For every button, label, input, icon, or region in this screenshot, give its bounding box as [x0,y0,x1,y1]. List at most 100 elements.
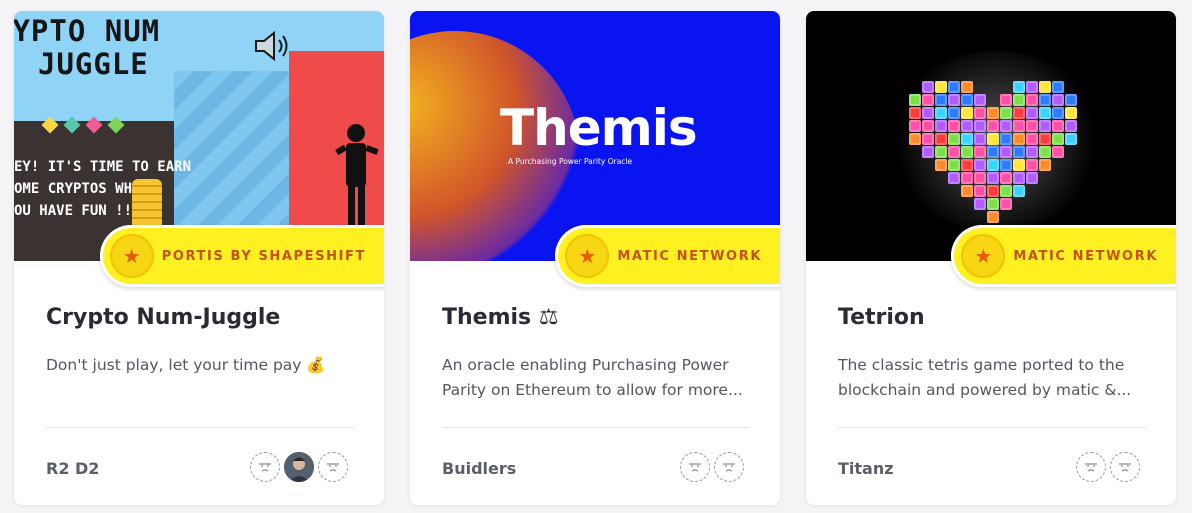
project-card-tetrion[interactable]: ★ MATIC NETWORK Tetrion The classic tetr… [806,11,1176,505]
coin-stack-art [132,179,162,229]
placeholder-avatar-icon[interactable] [318,452,348,482]
tetris-block [1013,159,1025,171]
tetris-block [987,81,999,93]
speaker-icon [255,30,288,62]
tetris-block [1013,172,1025,184]
tetris-block [1052,211,1064,223]
star-badge-icon: ★ [565,234,610,278]
tetris-block [974,81,986,93]
card-divider [442,427,750,428]
tetris-block [948,120,960,132]
tetris-block [961,81,973,93]
thumbnail-panel-line: OU HAVE FUN !! [14,203,133,219]
tetris-block [961,172,973,184]
tetris-block [1026,133,1038,145]
tetris-block [1026,159,1038,171]
team-name[interactable]: Titanz [838,459,894,478]
tetris-block [974,94,986,106]
team-name[interactable]: R2 D2 [46,459,99,478]
team-name[interactable]: Buidlers [442,459,516,478]
tetris-block [935,198,947,210]
tetris-block [1000,120,1012,132]
tetris-block [1013,81,1025,93]
placeholder-avatar-icon[interactable] [680,452,710,482]
tetris-block [1065,185,1077,197]
tetris-block [1013,120,1025,132]
project-thumbnail[interactable]: Themis A Purchasing Power Parity Oracle [410,11,780,261]
tetris-block [909,94,921,106]
placeholder-avatar-icon[interactable] [250,452,280,482]
tetris-block [1039,159,1051,171]
tetris-block [935,172,947,184]
juggler-silhouette-art [335,124,379,227]
project-description: Don't just play, let your time pay 💰 [46,356,326,374]
sponsor-label: MATIC NETWORK [1013,248,1158,264]
sponsor-badge[interactable]: ★ MATIC NETWORK [555,225,780,287]
tetris-block [987,133,999,145]
tetris-block [922,133,934,145]
tetris-heart-art [909,81,1077,223]
tetris-block [1052,133,1064,145]
project-thumbnail[interactable] [806,11,1176,261]
project-title[interactable]: Tetrion [838,305,1146,330]
tetris-block [1026,94,1038,106]
tetris-block [1013,146,1025,158]
tetris-block [987,120,999,132]
sponsor-label: PORTIS BY SHAPESHIFT [161,248,366,264]
tetris-block [948,172,960,184]
tetris-block [961,159,973,171]
project-title[interactable]: Crypto Num-Juggle [46,305,354,330]
star-badge-icon: ★ [109,234,154,278]
tetris-block [1000,146,1012,158]
tetris-block [1052,81,1064,93]
tetris-block [935,185,947,197]
tetris-block [935,133,947,145]
placeholder-avatar-icon[interactable] [1110,452,1140,482]
tetris-block [1052,185,1064,197]
tetris-block [987,94,999,106]
project-card-grid: RYPTO NUM JUGGLE EY! IT'S TIME TO EARN O… [0,0,1192,513]
tetris-block [961,185,973,197]
tetris-block [909,172,921,184]
tetris-block [1039,185,1051,197]
tetris-block [1052,94,1064,106]
tetris-block [922,81,934,93]
project-thumbnail[interactable]: RYPTO NUM JUGGLE EY! IT'S TIME TO EARN O… [14,11,384,261]
tetris-block [1026,146,1038,158]
tetris-block [909,211,921,223]
placeholder-avatar-icon[interactable] [1076,452,1106,482]
tetris-block [935,146,947,158]
tetris-block [1052,146,1064,158]
sponsor-badge[interactable]: ★ MATIC NETWORK [951,225,1176,287]
tetris-block [974,172,986,184]
tetris-block [974,107,986,119]
tetris-block [1065,198,1077,210]
tetris-block [1052,120,1064,132]
sponsor-badge[interactable]: ★ PORTIS BY SHAPESHIFT [99,225,384,287]
tetris-block [1039,172,1051,184]
user-photo-avatar[interactable] [284,452,314,482]
tetris-block [922,107,934,119]
placeholder-avatar-icon[interactable] [714,452,744,482]
thumbnail-panel-line: OME CRYPTOS WHILE [14,181,158,197]
tetris-block [909,81,921,93]
tetris-block [974,185,986,197]
tetris-block [1000,81,1012,93]
tetris-block [1000,107,1012,119]
tetris-block [922,94,934,106]
tetris-block [1000,185,1012,197]
tetris-block [974,198,986,210]
tetris-block [948,211,960,223]
tetris-block [948,159,960,171]
tetris-block [961,198,973,210]
tetris-block [948,146,960,158]
tetris-block [1026,172,1038,184]
project-card-crypto-num-juggle[interactable]: RYPTO NUM JUGGLE EY! IT'S TIME TO EARN O… [14,11,384,505]
tetris-block [1000,133,1012,145]
tetris-block [1013,94,1025,106]
project-card-themis[interactable]: Themis A Purchasing Power Parity Oracle … [410,11,780,505]
tetris-block [1065,159,1077,171]
project-title[interactable]: Themis ⚖ [442,305,750,330]
card-divider [838,427,1146,428]
tetris-block [948,133,960,145]
